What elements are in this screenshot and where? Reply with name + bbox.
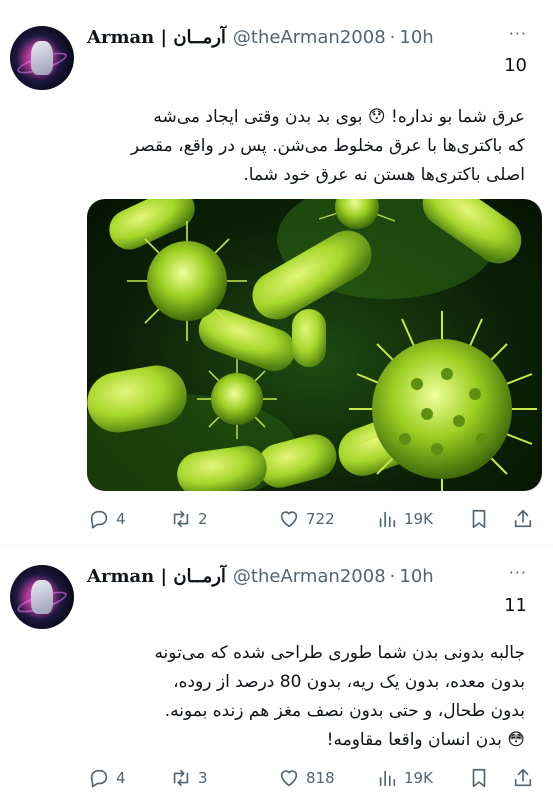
tweet-text-line: بدون معده، بدون یک ریه، بدون 80 درصد از … <box>173 672 525 692</box>
like-button[interactable]: 818 <box>278 765 335 791</box>
reply-button[interactable]: 4 <box>88 506 126 532</box>
bookmark-icon <box>472 768 486 788</box>
avatar-figure <box>31 580 53 614</box>
tweet-text-line: که باکتری‌ها با عرق مخلوط می‌شن. پس در و… <box>130 136 525 156</box>
tweet-header: Arman | آرمــان @theArman2008 · 10h <box>87 25 434 49</box>
like-icon <box>280 511 298 528</box>
user-handle[interactable]: @theArman2008 <box>233 566 386 587</box>
tweet-10[interactable]: Arman | آرمــان @theArman2008 · 10h ··· … <box>0 0 553 545</box>
tweet-header: Arman | آرمــان @theArman2008 · 10h <box>87 564 434 588</box>
views-button[interactable]: 19K <box>376 506 433 532</box>
views-icon <box>379 770 396 787</box>
repost-button[interactable]: 2 <box>170 506 208 532</box>
like-count: 818 <box>306 769 335 787</box>
avatar[interactable] <box>10 26 74 90</box>
tweet-divider <box>0 545 553 546</box>
repost-count: 3 <box>198 769 208 787</box>
separator-dot: · <box>389 26 396 48</box>
avatar[interactable] <box>10 565 74 629</box>
view-count: 19K <box>404 510 433 528</box>
share-button[interactable] <box>512 506 534 532</box>
more-options-icon[interactable]: ··· <box>509 563 527 582</box>
share-button[interactable] <box>512 765 534 791</box>
tweet-text-line: عرق شما بو نداره! 😯 بوی بد بدن وقتی ایجا… <box>153 107 525 127</box>
reply-count: 4 <box>116 769 126 787</box>
tweet-actions: 4 3 818 19K <box>88 765 543 791</box>
tweet-text: جالبه بدونی بدن شما طوری طراحی شده که می… <box>92 639 525 755</box>
thread-number: 11 <box>504 595 527 616</box>
repost-count: 2 <box>198 510 208 528</box>
bookmark-button[interactable] <box>468 506 490 532</box>
reply-icon <box>90 510 108 529</box>
timestamp[interactable]: 10h <box>399 27 433 48</box>
repost-icon <box>173 769 189 787</box>
bookmark-button[interactable] <box>468 765 490 791</box>
user-handle[interactable]: @theArman2008 <box>233 27 386 48</box>
tweet-text: عرق شما بو نداره! 😯 بوی بد بدن وقتی ایجا… <box>92 103 525 190</box>
thread-number: 10 <box>504 55 527 76</box>
repost-icon <box>173 510 189 528</box>
tweet-media-image[interactable] <box>87 199 542 491</box>
more-options-icon[interactable]: ··· <box>509 24 527 43</box>
bacteria-illustration <box>87 199 537 491</box>
tweet-text-line: 😳 بدن انسان واقعا مقاومه! <box>326 730 525 750</box>
reply-count: 4 <box>116 510 126 528</box>
separator-dot: · <box>389 565 396 587</box>
views-button[interactable]: 19K <box>376 765 433 791</box>
avatar-figure <box>31 41 53 75</box>
timestamp[interactable]: 10h <box>399 566 433 587</box>
like-icon <box>280 770 298 787</box>
like-button[interactable]: 722 <box>278 506 335 532</box>
share-icon <box>514 509 532 528</box>
like-count: 722 <box>306 510 335 528</box>
tweet-actions: 4 2 722 19K <box>88 506 543 532</box>
tweet-text-line: جالبه بدونی بدن شما طوری طراحی شده که می… <box>154 643 525 663</box>
display-name[interactable]: Arman | آرمــان <box>87 27 226 48</box>
reply-button[interactable]: 4 <box>88 765 126 791</box>
reply-icon <box>90 769 108 788</box>
tweet-11[interactable]: Arman | آرمــان @theArman2008 · 10h ··· … <box>0 545 553 800</box>
repost-button[interactable]: 3 <box>170 765 208 791</box>
bookmark-icon <box>472 509 486 529</box>
view-count: 19K <box>404 769 433 787</box>
display-name[interactable]: Arman | آرمــان <box>87 566 226 587</box>
tweet-text-line: بدون طحال، و حتی بدون نصف مغز هم زنده بم… <box>164 701 525 721</box>
tweet-text-line: اصلی باکتری‌ها هستن نه عرق خود شما. <box>243 165 525 185</box>
views-icon <box>379 511 396 528</box>
share-icon <box>514 768 532 787</box>
